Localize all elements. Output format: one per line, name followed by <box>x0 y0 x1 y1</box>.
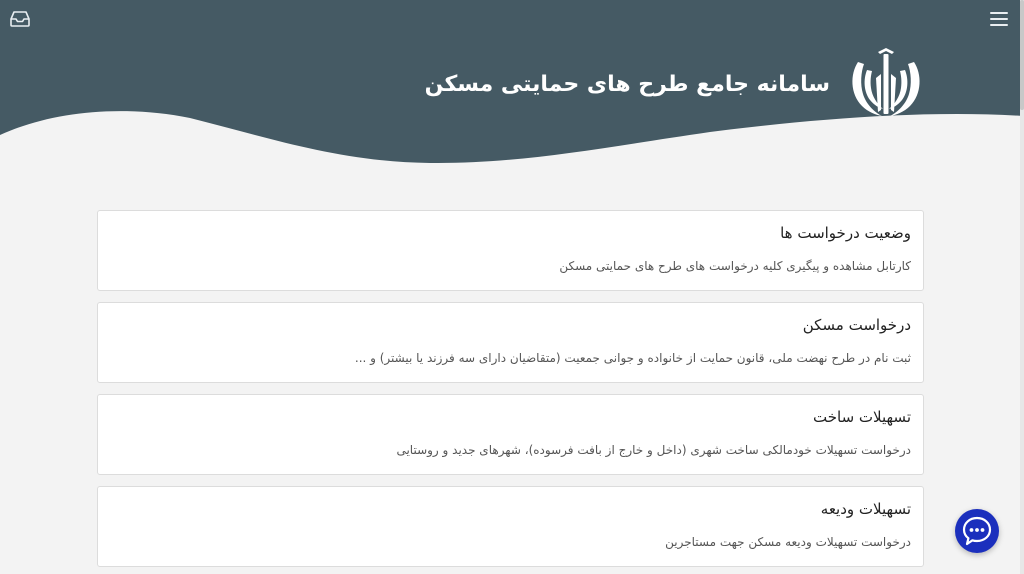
service-card-construction-loan[interactable]: تسهیلات ساخت درخواست تسهیلات خودمالکی سا… <box>97 394 924 475</box>
card-title: تسهیلات ودیعه <box>820 500 911 518</box>
card-description: ثبت نام در طرح نهضت ملی، قانون حمایت از … <box>354 351 911 365</box>
site-brand: سامانه جامع طرح های حمایتی مسکن <box>425 48 924 120</box>
header-banner: سامانه جامع طرح های حمایتی مسکن <box>0 0 1024 200</box>
card-description: درخواست تسهیلات خودمالکی ساخت شهری (داخل… <box>396 443 911 457</box>
service-card-request-status[interactable]: وضعیت درخواست ها کارتابل مشاهده و پیگیری… <box>97 210 924 291</box>
site-title: سامانه جامع طرح های حمایتی مسکن <box>424 71 830 97</box>
service-card-deposit-loan[interactable]: تسهیلات ودیعه درخواست تسهیلات ودیعه مسکن… <box>97 486 924 567</box>
card-title: تسهیلات ساخت <box>813 408 911 426</box>
page: سامانه جامع طرح های حمایتی مسکن وضعیت در… <box>0 0 1024 574</box>
scrollbar-thumb[interactable] <box>1020 0 1024 110</box>
card-title: وضعیت درخواست ها <box>780 224 911 242</box>
chat-support-button[interactable] <box>955 509 999 553</box>
service-card-housing-request[interactable]: درخواست مسکن ثبت نام در طرح نهضت ملی، قا… <box>97 302 924 383</box>
chat-bubble-icon <box>962 516 992 546</box>
hamburger-menu-icon[interactable] <box>990 12 1008 26</box>
service-card-list: وضعیت درخواست ها کارتابل مشاهده و پیگیری… <box>97 210 924 574</box>
card-description: درخواست تسهیلات ودیعه مسکن جهت مستاجرین <box>665 535 911 549</box>
inbox-icon[interactable] <box>10 10 30 28</box>
page-scrollbar[interactable] <box>1020 0 1024 574</box>
card-title: درخواست مسکن <box>802 316 911 334</box>
iran-emblem-icon <box>852 48 920 116</box>
card-description: کارتابل مشاهده و پیگیری کلیه درخواست های… <box>559 259 911 273</box>
